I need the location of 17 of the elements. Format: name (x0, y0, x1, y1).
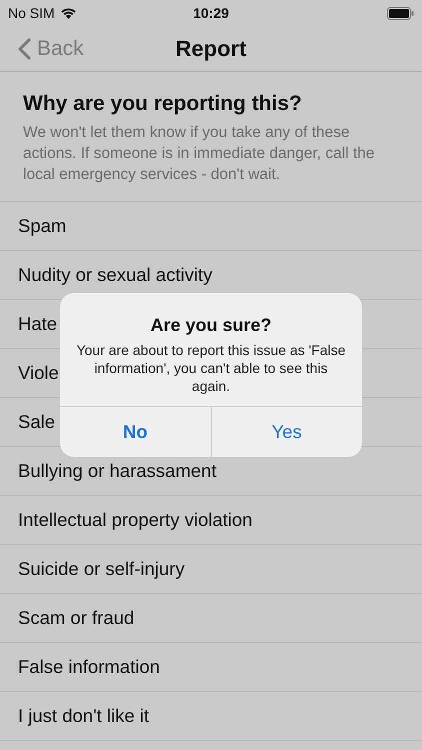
alert-title: Are you sure? (149, 315, 273, 336)
battery-icon (387, 6, 414, 20)
screen-title: Report (174, 36, 248, 62)
chevron-left-icon (18, 38, 31, 60)
alert-button[interactable]: Yes (210, 407, 362, 457)
reason-item[interactable]: Scam or fraud (0, 594, 422, 643)
reason-item[interactable]: Suicide or self-injury (0, 545, 422, 594)
section-description: We won't let them know if you take any of these actions. If someone is in immediate danger, call the local emergency services - don't wait. (23, 123, 376, 185)
carrier-text: No SIM (8, 5, 55, 21)
reason-item[interactable]: False information (0, 643, 422, 692)
reason-item[interactable]: Intellectual property violation (0, 496, 422, 545)
wifi-icon (60, 7, 77, 19)
clock-text: 10:29 (192, 5, 230, 21)
section-heading: Why are you reporting this? (23, 92, 303, 116)
alert-message: Your are about to report this issue as 'False information', you can't able to see this again. (75, 341, 347, 395)
reason-item[interactable]: Spam (0, 202, 422, 251)
reason-item[interactable]: I just don't like it (0, 692, 422, 741)
